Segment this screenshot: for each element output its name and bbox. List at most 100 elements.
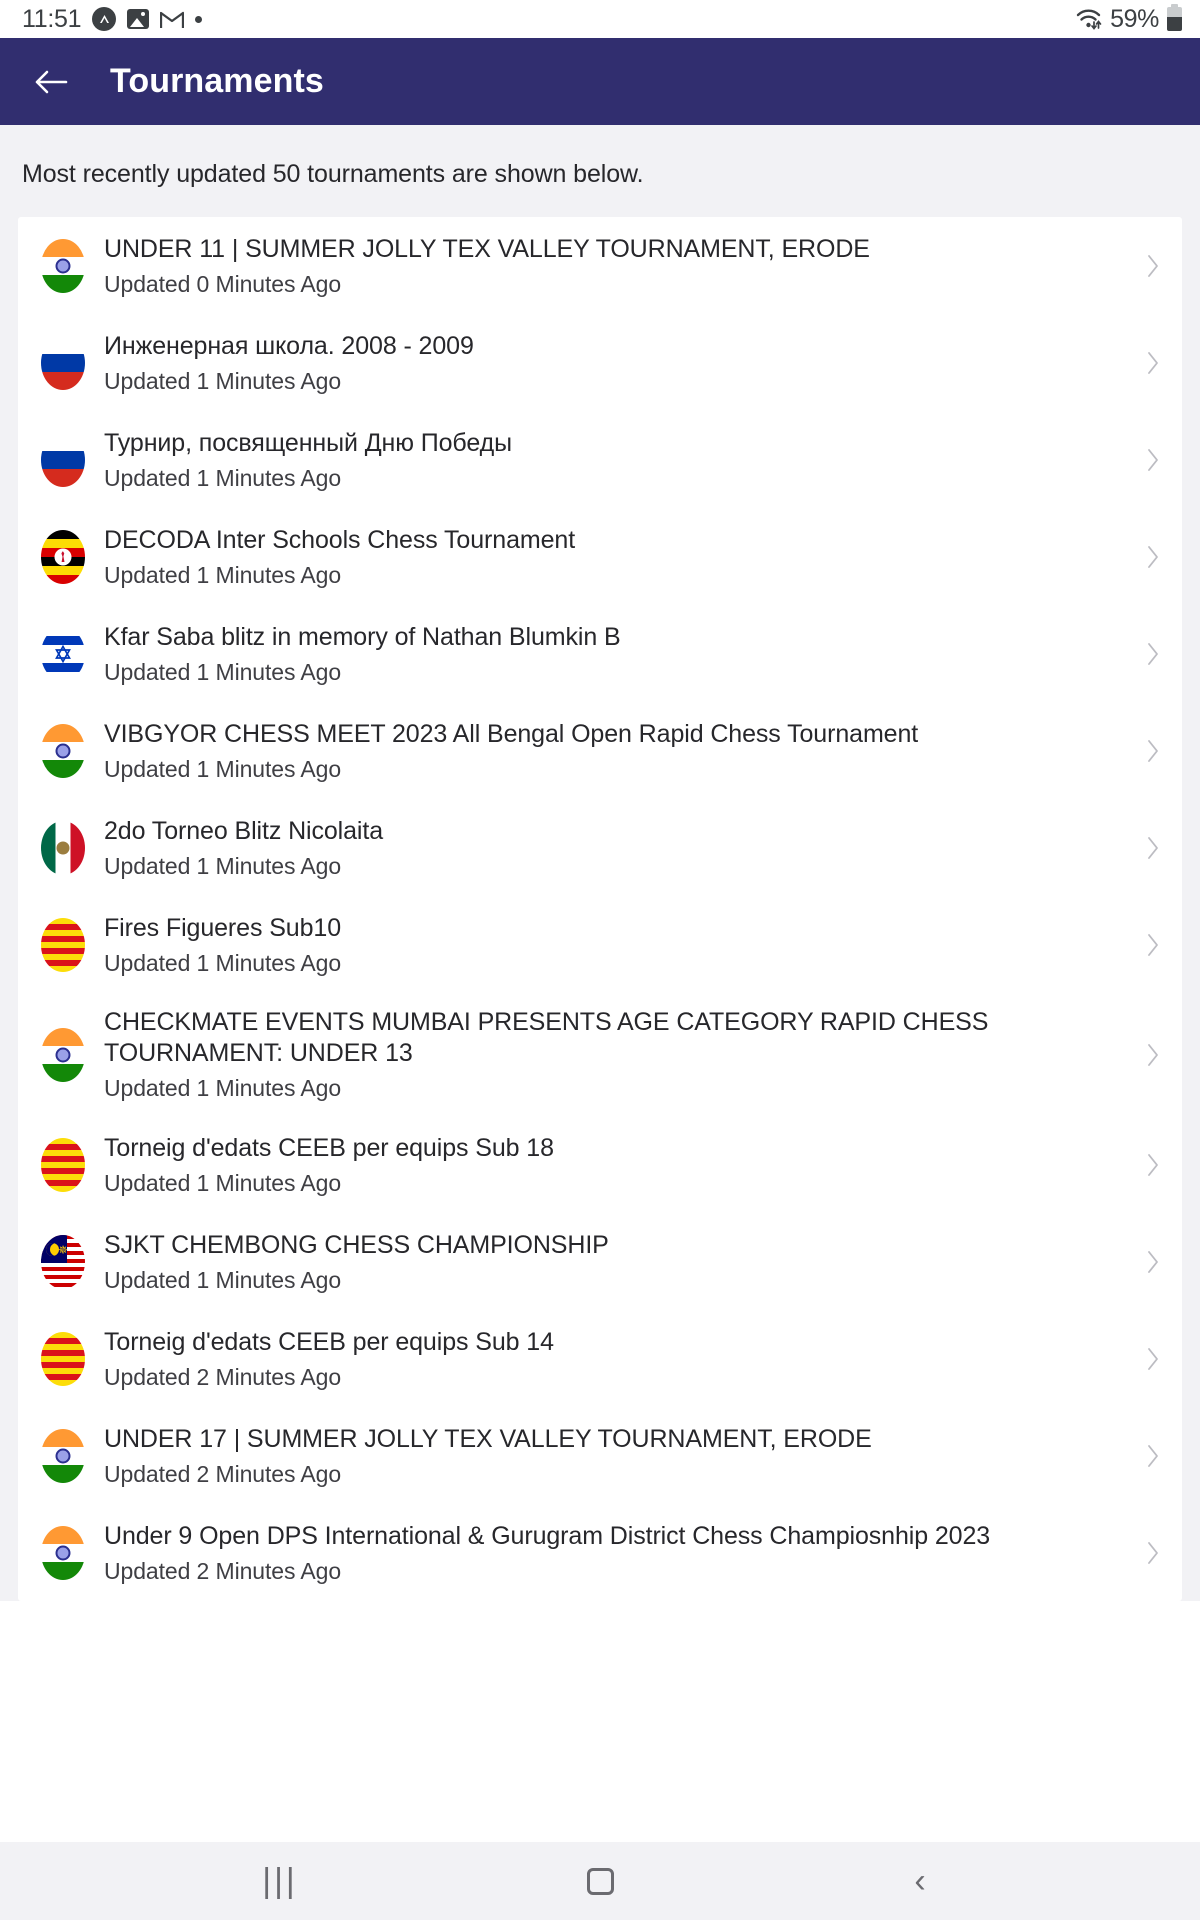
ashoka-chakra-icon bbox=[55, 1545, 71, 1560]
chevron-right-icon[interactable] bbox=[1142, 448, 1164, 472]
tournament-row-body: Fires Figueres Sub10 Updated 1 Minutes Ag… bbox=[104, 899, 1142, 991]
tournament-row-body: 2do Torneo Blitz Nicolaita Updated 1 Minu… bbox=[104, 802, 1142, 894]
chevron-right-icon[interactable] bbox=[1142, 545, 1164, 569]
tournament-row-body: Kfar Saba blitz in memory of Nathan Blum… bbox=[104, 608, 1142, 700]
battery-icon bbox=[1167, 4, 1182, 31]
tournament-updated: Updated 2 Minutes Ago bbox=[104, 1363, 342, 1390]
chevron-right-icon[interactable] bbox=[1142, 254, 1164, 278]
catalonia-flag-icon bbox=[41, 1137, 85, 1192]
gmail-icon bbox=[160, 10, 185, 29]
home-button[interactable] bbox=[565, 1846, 635, 1916]
ashoka-chakra-icon bbox=[55, 1047, 71, 1062]
flag-container bbox=[40, 238, 86, 294]
tournament-title: 2do Torneo Blitz Nicolaita bbox=[104, 816, 384, 845]
status-bar-right: 59% bbox=[1075, 4, 1182, 34]
malaysia-flag-icon: ✵ bbox=[41, 1234, 85, 1289]
tournament-updated: Updated 2 Minutes Ago bbox=[104, 1460, 342, 1487]
status-bar-left: 11:51 bbox=[22, 5, 203, 34]
circle-a-icon bbox=[92, 7, 117, 31]
app-bar: Tournaments bbox=[0, 38, 1200, 125]
russia-flag-icon bbox=[41, 432, 85, 487]
russia-flag-icon bbox=[41, 335, 85, 390]
system-navigation-bar: ||| ‹ bbox=[0, 1842, 1200, 1920]
tournament-row-body: Torneig d'edats CEEB per equips Sub 14 Up… bbox=[104, 1313, 1142, 1405]
catalonia-flag-icon bbox=[41, 917, 85, 972]
tournaments-scroll-area[interactable]: UNDER 11 | SUMMER JOLLY TEX VALLEY TOURN… bbox=[0, 217, 1200, 1920]
flag-container bbox=[40, 917, 86, 973]
tournament-title: UNDER 11 | SUMMER JOLLY TEX VALLEY TOURN… bbox=[104, 234, 870, 263]
recents-icon: ||| bbox=[262, 1861, 298, 1900]
list-background: UNDER 11 | SUMMER JOLLY TEX VALLEY TOURN… bbox=[0, 217, 1200, 1601]
chevron-right-icon[interactable] bbox=[1142, 933, 1164, 957]
chevron-right-icon[interactable] bbox=[1142, 1444, 1164, 1468]
tournament-title: Fires Figueres Sub10 bbox=[104, 913, 342, 942]
tournament-row[interactable]: 2do Torneo Blitz Nicolaita Updated 1 Minu… bbox=[18, 799, 1182, 896]
chevron-right-icon[interactable] bbox=[1142, 1043, 1164, 1067]
tournament-row[interactable]: Fires Figueres Sub10 Updated 1 Minutes Ag… bbox=[18, 896, 1182, 993]
chevron-right-icon[interactable] bbox=[1142, 739, 1164, 763]
subtitle-container: Most recently updated 50 tournaments are… bbox=[0, 125, 1200, 217]
recents-button[interactable]: ||| bbox=[245, 1846, 315, 1916]
tournament-row-body: VIBGYOR CHESS MEET 2023 All Bengal Open … bbox=[104, 705, 1142, 797]
flag-container bbox=[40, 723, 86, 779]
navigation-back-button[interactable]: ‹ bbox=[885, 1846, 955, 1916]
india-flag-icon bbox=[41, 1027, 85, 1082]
tournament-row[interactable]: Турнир, посвященный Дню Победы Updated 1 … bbox=[18, 411, 1182, 508]
flag-container bbox=[40, 432, 86, 488]
tournament-title: Under 9 Open DPS International & Gurugra… bbox=[104, 1521, 991, 1550]
tournament-row-body: Инженерная школа. 2008 - 2009 Updated 1 M… bbox=[104, 317, 1142, 409]
tournament-updated: Updated 1 Minutes Ago bbox=[104, 1075, 342, 1101]
tournament-row-body: DECODA Inter Schools Chess Tournament Upd… bbox=[104, 511, 1142, 603]
tournament-row[interactable]: Torneig d'edats CEEB per equips Sub 14 Up… bbox=[18, 1310, 1182, 1407]
tournament-updated: Updated 0 Minutes Ago bbox=[104, 270, 342, 297]
tournament-row[interactable]: DECODA Inter Schools Chess Tournament Upd… bbox=[18, 508, 1182, 605]
tournament-row[interactable]: Under 9 Open DPS International & Gurugra… bbox=[18, 1504, 1182, 1601]
tournament-row-body: UNDER 17 | SUMMER JOLLY TEX VALLEY TOURN… bbox=[104, 1410, 1142, 1502]
tournament-row[interactable]: Kfar Saba blitz in memory of Nathan Blum… bbox=[18, 605, 1182, 702]
tournament-updated: Updated 1 Minutes Ago bbox=[104, 949, 342, 976]
tournament-row-body: SJKT CHEMBONG CHESS CHAMPIONSHIP Updated … bbox=[104, 1216, 1142, 1308]
back-button[interactable] bbox=[24, 55, 78, 109]
tournament-updated: Updated 1 Minutes Ago bbox=[104, 1266, 342, 1293]
ashoka-chakra-icon bbox=[55, 743, 71, 758]
tournament-updated: Updated 1 Minutes Ago bbox=[104, 1169, 342, 1196]
chevron-right-icon[interactable] bbox=[1142, 1250, 1164, 1274]
israel-flag-icon bbox=[41, 626, 85, 681]
subtitle-text: Most recently updated 50 tournaments are… bbox=[22, 160, 644, 188]
tournament-row[interactable]: VIBGYOR CHESS MEET 2023 All Bengal Open … bbox=[18, 702, 1182, 799]
chevron-right-icon[interactable] bbox=[1142, 351, 1164, 375]
india-flag-icon bbox=[41, 1525, 85, 1580]
flag-container bbox=[40, 1428, 86, 1484]
tournament-row[interactable]: UNDER 11 | SUMMER JOLLY TEX VALLEY TOURN… bbox=[18, 217, 1182, 314]
tournament-title: Инженерная школа. 2008 - 2009 bbox=[104, 331, 474, 360]
chevron-right-icon[interactable] bbox=[1142, 836, 1164, 860]
page-title: Tournaments bbox=[110, 62, 324, 100]
tournament-row[interactable]: UNDER 17 | SUMMER JOLLY TEX VALLEY TOURN… bbox=[18, 1407, 1182, 1504]
ashoka-chakra-icon bbox=[55, 1448, 71, 1463]
crane-emblem-icon bbox=[54, 548, 72, 565]
india-flag-icon bbox=[41, 1428, 85, 1483]
tournament-row[interactable]: Инженерная школа. 2008 - 2009 Updated 1 M… bbox=[18, 314, 1182, 411]
gallery-icon bbox=[127, 9, 150, 29]
india-flag-icon bbox=[41, 723, 85, 778]
chevron-right-icon[interactable] bbox=[1142, 1347, 1164, 1371]
tournament-row[interactable]: Torneig d'edats CEEB per equips Sub 18 Up… bbox=[18, 1116, 1182, 1213]
eagle-emblem-icon bbox=[56, 841, 70, 854]
chevron-right-icon[interactable] bbox=[1142, 1541, 1164, 1565]
flag-container bbox=[40, 1331, 86, 1387]
tournament-row[interactable]: ✵ SJKT CHEMBONG CHESS CHAMPIONSHIP Updated… bbox=[18, 1213, 1182, 1310]
tournament-title: Torneig d'edats CEEB per equips Sub 18 bbox=[104, 1133, 554, 1162]
tournament-updated: Updated 1 Minutes Ago bbox=[104, 852, 342, 879]
dot-icon bbox=[195, 15, 203, 23]
chevron-right-icon[interactable] bbox=[1142, 642, 1164, 666]
flag-container bbox=[40, 1137, 86, 1193]
tournament-list: UNDER 11 | SUMMER JOLLY TEX VALLEY TOURN… bbox=[18, 217, 1182, 1601]
tournament-row[interactable]: CHECKMATE EVENTS MUMBAI PRESENTS AGE CAT… bbox=[18, 993, 1182, 1116]
tournament-title: UNDER 17 | SUMMER JOLLY TEX VALLEY TOURN… bbox=[104, 1424, 872, 1453]
mexico-flag-icon bbox=[41, 820, 85, 875]
tournament-row-body: CHECKMATE EVENTS MUMBAI PRESENTS AGE CAT… bbox=[104, 993, 1142, 1116]
chevron-right-icon[interactable] bbox=[1142, 1153, 1164, 1177]
flag-container: ✵ bbox=[40, 1234, 86, 1290]
battery-percent-label: 59% bbox=[1110, 4, 1159, 33]
tournament-updated: Updated 1 Minutes Ago bbox=[104, 367, 342, 394]
